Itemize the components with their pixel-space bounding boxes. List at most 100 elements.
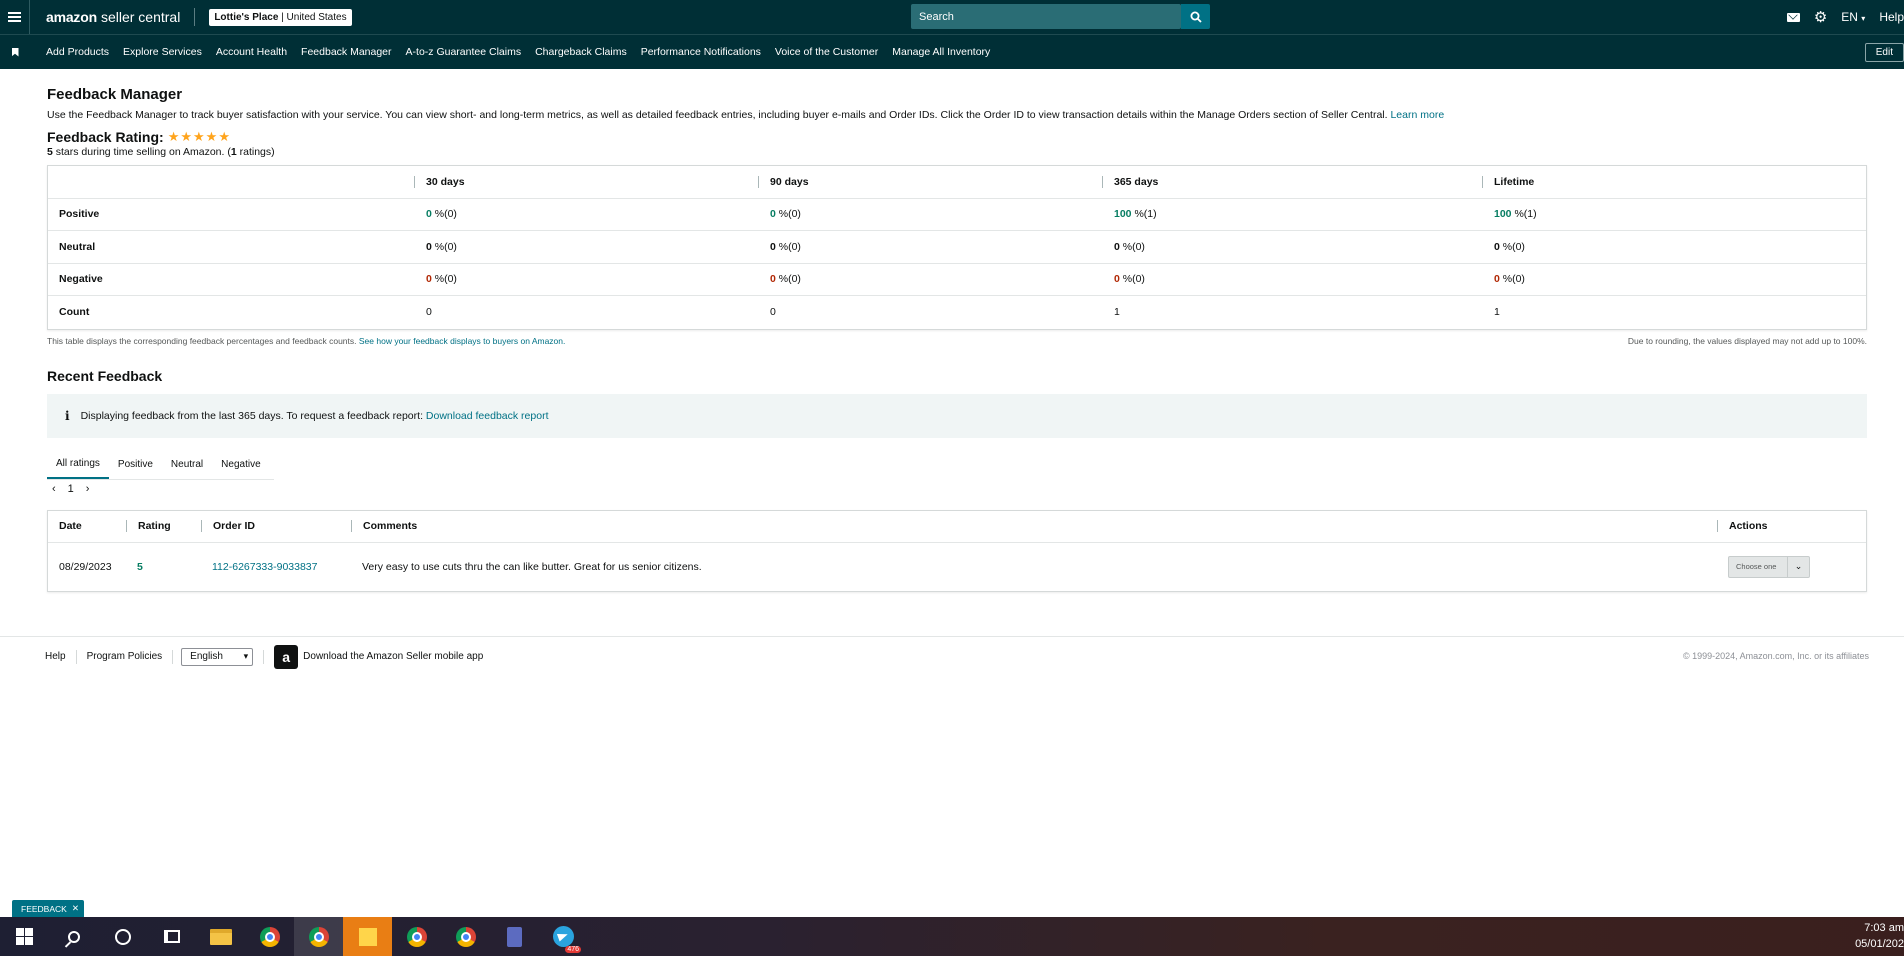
telegram-button[interactable]: 476 xyxy=(539,917,588,956)
header-30-days: 30 days xyxy=(414,175,758,188)
language-select[interactable]: English ▾ xyxy=(181,647,254,666)
metric-count: %(0) xyxy=(775,208,801,221)
close-icon[interactable]: ✕ xyxy=(72,903,79,914)
metrics-header-row: 30 days 90 days 365 days Lifetime xyxy=(48,166,1866,199)
metric-cell: 100 %(1) xyxy=(1482,208,1866,220)
amazon-app-icon[interactable]: a xyxy=(274,644,299,669)
metrics-row-negative: Negative 0 %(0) 0 %(0) 0 %(0) 0 %(0) xyxy=(48,264,1866,296)
page-title: Feedback Manager xyxy=(47,86,183,103)
tab-neutral[interactable]: Neutral xyxy=(162,449,212,479)
nav-item-chargeback-claims[interactable]: Chargeback Claims xyxy=(535,46,627,58)
metric-cell: 0 %(0) xyxy=(758,208,1102,220)
metric-count: %(1) xyxy=(1511,208,1537,221)
metric-cell: 0 %(0) xyxy=(1482,241,1866,253)
chevron-down-icon: ▾ xyxy=(243,651,249,661)
metric-count: %(0) xyxy=(431,240,457,253)
program-policies-link[interactable]: Program Policies xyxy=(87,651,163,662)
metric-count: %(0) xyxy=(1119,273,1145,286)
help-link[interactable]: Help xyxy=(1879,10,1904,24)
bookmark-icon xyxy=(11,47,19,57)
rating-summary: 5 stars during time selling on Amazon. (… xyxy=(47,146,1867,158)
logo-product: seller central xyxy=(100,9,181,25)
metric-cell: 0 %(0) xyxy=(1482,273,1866,285)
rating-label: Feedback Rating: xyxy=(47,129,164,145)
folder-icon xyxy=(209,928,232,945)
header-order-id: Order ID xyxy=(201,520,351,532)
header-actions: Actions xyxy=(1717,520,1866,532)
metric-count: %(0) xyxy=(431,273,457,286)
system-clock[interactable]: 7:03 am 05/01/202 xyxy=(1855,920,1904,952)
gear-icon[interactable]: ⚙ xyxy=(1814,10,1827,25)
metrics-note-left: This table displays the corresponding fe… xyxy=(47,336,565,346)
metric-cell: 0 %(0) xyxy=(414,241,758,253)
chrome-button[interactable] xyxy=(245,917,294,956)
footer-help-link[interactable]: Help xyxy=(45,651,66,662)
nav-item-explore-services[interactable]: Explore Services xyxy=(123,46,202,58)
metric-count: %(0) xyxy=(1499,273,1525,286)
nav-item-manage-inventory[interactable]: Manage All Inventory xyxy=(892,46,990,58)
taskbar-search-button[interactable] xyxy=(49,917,98,956)
nav-item-a-to-z-claims[interactable]: A-to-z Guarantee Claims xyxy=(406,46,522,58)
feedback-tab[interactable]: FEEDBACK ✕ xyxy=(12,900,84,917)
download-report-link[interactable]: Download feedback report xyxy=(426,410,549,422)
divider xyxy=(75,649,77,664)
nav-item-add-products[interactable]: Add Products xyxy=(46,46,109,58)
feedback-display-link[interactable]: See how your feedback displays to buyers… xyxy=(359,336,565,346)
task-view-button[interactable] xyxy=(147,917,196,956)
feedback-date: 08/29/2023 xyxy=(59,560,112,573)
store-name: Lottie's Place xyxy=(214,11,279,23)
sticky-notes-button[interactable] xyxy=(343,917,392,956)
tab-positive[interactable]: Positive xyxy=(109,449,162,479)
count-cell: 1 xyxy=(1114,306,1120,319)
store-switcher[interactable]: Lottie's Place | United States xyxy=(209,8,352,26)
metric-count: %(0) xyxy=(775,273,801,286)
bookmark-button[interactable] xyxy=(0,47,30,57)
file-explorer-button[interactable] xyxy=(196,917,245,956)
metric-cell: 0 %(0) xyxy=(414,273,758,285)
start-button[interactable] xyxy=(0,917,49,956)
edit-nav-button[interactable]: Edit xyxy=(1864,43,1904,62)
mobile-app-link[interactable]: Download the Amazon Seller mobile app xyxy=(303,651,483,662)
nav-items: Add Products Explore Services Account He… xyxy=(46,46,1004,58)
language-selector[interactable]: EN ▾ xyxy=(1841,10,1865,24)
tab-all-ratings[interactable]: All ratings xyxy=(47,449,109,479)
cortana-button[interactable] xyxy=(98,917,147,956)
nav-item-voice-of-customer[interactable]: Voice of the Customer xyxy=(775,46,878,58)
metric-value: 100 xyxy=(1494,208,1512,221)
learn-more-link[interactable]: Learn more xyxy=(1390,109,1444,121)
nav-item-feedback-manager[interactable]: Feedback Manager xyxy=(301,46,391,58)
mail-icon[interactable] xyxy=(1786,12,1800,22)
divider xyxy=(263,649,265,664)
action-select[interactable]: Choose one ⌄ xyxy=(1728,555,1810,578)
chrome-profile-button-2[interactable] xyxy=(392,917,441,956)
header-lifetime: Lifetime xyxy=(1482,175,1866,188)
metric-cell: 0 %(0) xyxy=(1102,241,1482,253)
feedback-table: Date Rating Order ID Comments Actions 08… xyxy=(47,509,1867,592)
clock-date: 05/01/202 xyxy=(1855,938,1904,950)
chrome-profile-button[interactable] xyxy=(294,917,343,956)
pagination: ‹ 1 › xyxy=(47,483,1867,495)
current-page[interactable]: 1 xyxy=(68,483,74,495)
nav-item-account-health[interactable]: Account Health xyxy=(216,46,287,58)
nav-item-performance-notifications[interactable]: Performance Notifications xyxy=(641,46,761,58)
menu-button[interactable] xyxy=(0,0,30,34)
calculator-button[interactable] xyxy=(490,917,539,956)
sticky-notes-icon xyxy=(358,927,377,946)
feedback-tab-label: FEEDBACK xyxy=(21,903,67,914)
row-label: Neutral xyxy=(59,240,96,253)
chevron-left-icon[interactable]: ‹ xyxy=(52,483,56,495)
header-90-days: 90 days xyxy=(758,175,1102,188)
seller-central-logo[interactable]: amazon seller central xyxy=(46,9,180,25)
search-button[interactable] xyxy=(1181,4,1210,29)
divider xyxy=(172,649,174,664)
order-id-link[interactable]: 112-6267333-9033837 xyxy=(201,561,351,573)
metrics-note: This table displays the corresponding fe… xyxy=(47,336,1867,346)
windows-taskbar: 476 7:03 am 05/01/202 xyxy=(0,917,1904,956)
chevron-right-icon[interactable]: › xyxy=(86,483,90,495)
rating-sub-end: ratings) xyxy=(236,146,275,158)
tab-negative[interactable]: Negative xyxy=(212,449,269,479)
chrome-profile-button-3[interactable] xyxy=(441,917,490,956)
search-input[interactable]: Search xyxy=(911,4,1181,29)
top-bar: amazon seller central Lottie's Place | U… xyxy=(0,0,1904,34)
rating-tabs: All ratings Positive Neutral Negative xyxy=(47,450,274,480)
